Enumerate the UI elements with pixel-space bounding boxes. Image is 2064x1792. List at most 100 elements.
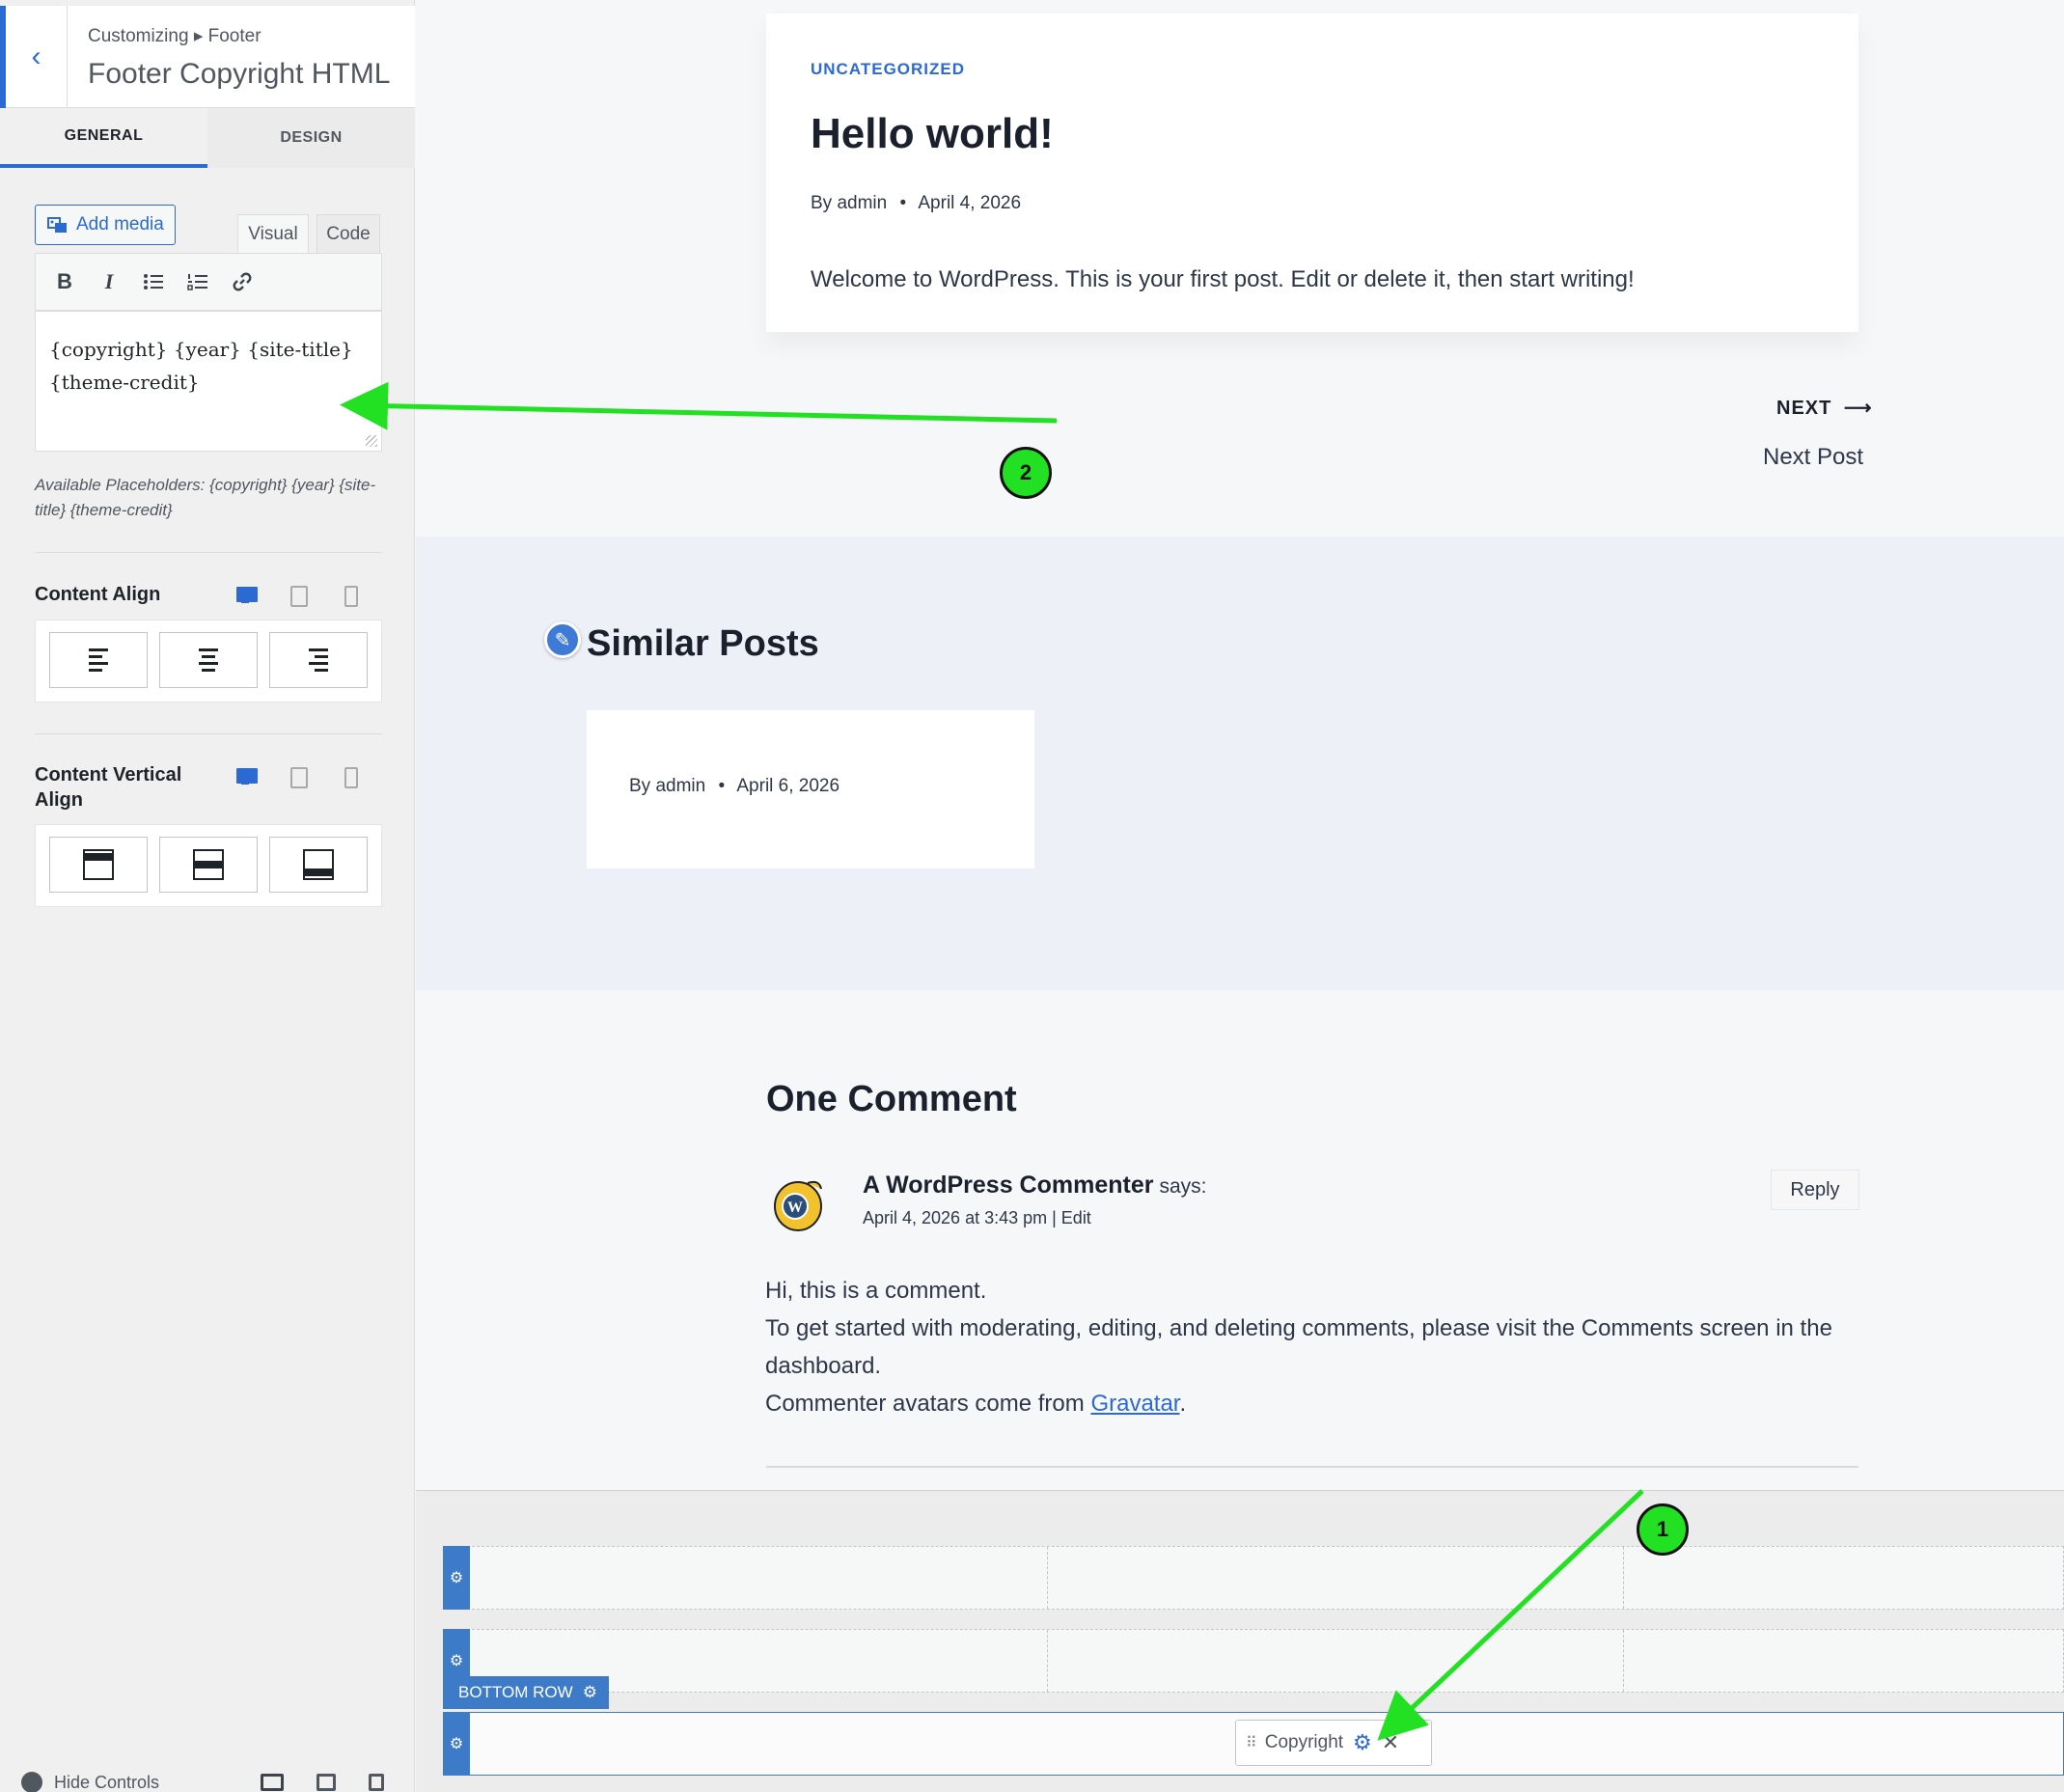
close-icon[interactable]: ✕ — [1382, 1730, 1399, 1755]
editor-line-1: {copyright} {year} {site-title} — [49, 338, 353, 361]
column-divider — [1047, 1630, 1048, 1692]
similar-posts-section: ✎ Similar Posts By admin • April 6, 2026 — [416, 537, 2064, 990]
row-settings-gear-icon[interactable]: ⚙ — [443, 1546, 470, 1610]
back-button[interactable]: ‹ — [0, 6, 68, 108]
comment-body: Hi, this is a comment. To get started wi… — [765, 1272, 1861, 1422]
content-vertical-align-label: Content Vertical Align — [35, 764, 182, 811]
tablet-icon[interactable] — [288, 766, 308, 788]
align-center-icon — [199, 648, 218, 672]
mobile-icon[interactable] — [340, 766, 359, 788]
desktop-icon[interactable] — [235, 766, 258, 786]
editor-tab-code[interactable]: Code — [316, 214, 380, 253]
mobile-preview-icon[interactable] — [369, 1774, 384, 1791]
tablet-icon[interactable] — [288, 585, 308, 607]
align-center-button[interactable] — [159, 632, 258, 688]
similar-posts-title: Similar Posts — [587, 623, 819, 664]
commenter-name-text[interactable]: A WordPress Commenter — [863, 1172, 1153, 1199]
svg-text:W: W — [787, 1199, 803, 1216]
next-post-link[interactable]: Next Post — [1763, 444, 1863, 471]
panel-tabs: GENERAL DESIGN — [0, 108, 415, 168]
bottom-row-tab[interactable]: BOTTOM ROW ⚙ — [443, 1676, 609, 1709]
edit-shortcut-pencil-icon[interactable]: ✎ — [544, 621, 581, 658]
gear-icon[interactable]: ⚙ — [1353, 1730, 1372, 1755]
align-bottom-icon — [303, 849, 334, 880]
builder-row-middle[interactable]: ⚙ — [443, 1629, 2064, 1693]
comment-line-2: To get started with moderating, editing,… — [765, 1315, 1832, 1379]
post-title: Hello world! — [811, 110, 1054, 157]
tab-general[interactable]: GENERAL — [0, 108, 207, 168]
tab-design[interactable]: DESIGN — [207, 108, 415, 168]
numbered-list-icon[interactable] — [184, 268, 211, 295]
comment-line-3-text: Commenter avatars come from — [765, 1391, 1091, 1417]
arrow-right-icon: ⟶ — [1843, 398, 1873, 419]
italic-icon[interactable]: I — [96, 268, 123, 295]
column-divider — [1623, 1547, 1624, 1609]
mobile-icon[interactable] — [340, 585, 359, 607]
content-vertical-align-options — [35, 824, 382, 907]
vertical-align-device-switcher — [235, 766, 359, 788]
copyright-chip-label: Copyright — [1264, 1732, 1344, 1752]
tablet-preview-icon[interactable] — [316, 1774, 336, 1791]
annotation-badge-1: 1 — [1637, 1503, 1689, 1556]
reply-button[interactable]: Reply — [1771, 1170, 1859, 1210]
desktop-preview-icon[interactable] — [261, 1774, 284, 1791]
add-media-label: Add media — [76, 214, 164, 234]
says-text: says: — [1159, 1175, 1207, 1198]
content-align-options — [35, 620, 382, 703]
row-settings-gear-icon[interactable]: ⚙ — [443, 1712, 470, 1776]
add-media-button[interactable]: Add media — [35, 205, 176, 245]
customizer-sidebar: ‹ Customizing ▸ Footer Footer Copyright … — [0, 0, 415, 1792]
align-right-button[interactable] — [269, 632, 368, 688]
align-bottom-button[interactable] — [269, 837, 368, 893]
editor-toolbar: B I — [35, 253, 382, 311]
commenter-avatar: W — [769, 1173, 827, 1233]
align-left-icon — [89, 648, 108, 672]
comment-line-1: Hi, this is a comment. — [765, 1278, 987, 1304]
bullet-list-icon[interactable] — [140, 268, 167, 295]
editor-line-2: {theme-credit} — [49, 371, 200, 394]
similar-post-author[interactable]: By admin — [629, 776, 705, 796]
similar-post-date: April 6, 2026 — [736, 776, 840, 796]
next-label-text: NEXT — [1776, 398, 1832, 419]
annotation-badge-2: 2 — [1000, 447, 1052, 499]
media-icon — [47, 215, 69, 234]
bold-icon[interactable]: B — [51, 268, 78, 295]
link-icon[interactable] — [229, 268, 256, 295]
similar-post-meta: By admin • April 6, 2026 — [629, 776, 840, 796]
post-card: UNCATEGORIZED Hello world! By admin • Ap… — [766, 14, 1858, 332]
drag-handle-icon[interactable]: ⠿ — [1246, 1733, 1257, 1752]
site-preview: UNCATEGORIZED Hello world! By admin • Ap… — [416, 0, 2064, 1792]
hide-controls-label: Hide Controls — [54, 1772, 160, 1792]
column-divider — [1047, 1547, 1048, 1609]
hide-controls-button[interactable]: Hide Controls — [21, 1772, 159, 1792]
align-middle-button[interactable] — [159, 837, 258, 893]
breadcrumb: Customizing ▸ Footer — [88, 26, 261, 46]
copyright-element-chip[interactable]: ⠿ Copyright ⚙ ✕ — [1235, 1720, 1432, 1766]
column-divider — [1623, 1630, 1624, 1692]
comment-date[interactable]: April 4, 2026 at 3:43 pm | Edit — [863, 1208, 1091, 1228]
gravatar-link[interactable]: Gravatar — [1090, 1391, 1179, 1417]
content-align-device-switcher — [235, 585, 359, 607]
align-top-button[interactable] — [49, 837, 148, 893]
hide-controls-icon — [21, 1772, 42, 1792]
post-author[interactable]: By admin — [811, 193, 887, 213]
align-right-icon — [309, 648, 328, 672]
comment-line-3: Commenter avatars come from Gravatar. — [765, 1385, 1861, 1422]
copyright-html-editor[interactable]: {copyright} {year} {site-title} {theme-c… — [35, 311, 382, 452]
editor-tab-visual[interactable]: Visual — [237, 214, 309, 253]
similar-post-card[interactable]: By admin • April 6, 2026 — [587, 710, 1034, 868]
bottom-row-label: BOTTOM ROW — [458, 1683, 573, 1701]
align-middle-icon — [193, 849, 224, 880]
section-divider — [35, 733, 382, 734]
placeholder-note: Available Placeholders: {copyright} {yea… — [35, 476, 376, 519]
chevron-left-icon: ‹ — [31, 41, 41, 72]
next-post-label[interactable]: NEXT ⟶ — [1776, 396, 1873, 420]
builder-row-top[interactable]: ⚙ — [443, 1546, 2064, 1610]
content-align-label: Content Align — [35, 584, 161, 605]
post-category-link[interactable]: UNCATEGORIZED — [811, 60, 965, 79]
resize-handle[interactable] — [366, 435, 377, 447]
align-top-icon — [83, 849, 114, 880]
desktop-icon[interactable] — [235, 585, 258, 604]
gear-icon: ⚙ — [582, 1683, 597, 1701]
align-left-button[interactable] — [49, 632, 148, 688]
